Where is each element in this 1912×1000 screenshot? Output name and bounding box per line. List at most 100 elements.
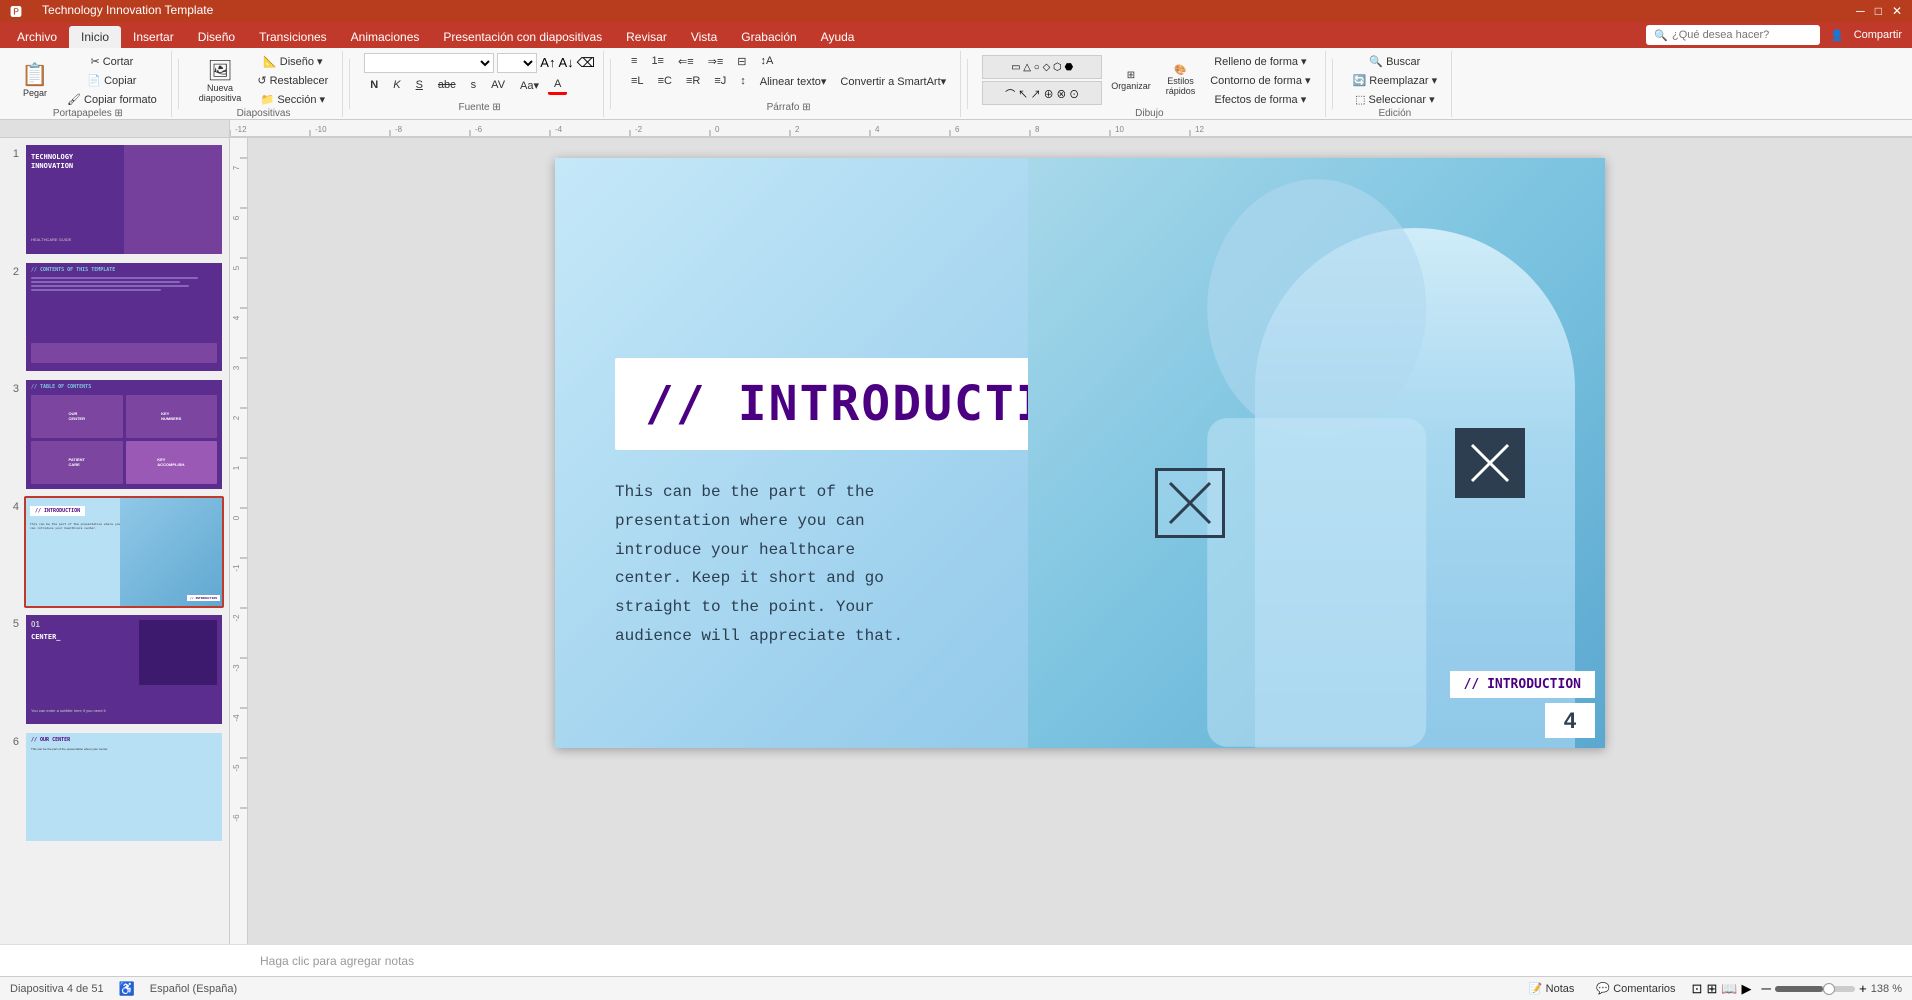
zoom-slider[interactable]	[1775, 986, 1855, 992]
tab-grabacion[interactable]: Grabación	[729, 26, 808, 48]
slide-thumb-2[interactable]: // CONTENTS OF THIS TEMPLATE	[24, 261, 224, 374]
slide-canvas[interactable]: // INTRODUCTION This can be the part of …	[555, 158, 1605, 748]
italic-button[interactable]: K	[387, 77, 406, 93]
tab-transiciones[interactable]: Transiciones	[247, 26, 339, 48]
copy-format-button[interactable]: 🖌 Copiar formato	[61, 91, 163, 108]
underline-button[interactable]: S	[410, 77, 429, 93]
slide-thumb-container-5[interactable]: 5 01 CENTER_ You can enter a subtitle he…	[5, 613, 224, 726]
slide-thumb-container-2[interactable]: 2 // CONTENTS OF THIS TEMPLATE	[5, 261, 224, 374]
organizar-button[interactable]: ⊞ Organizar	[1105, 67, 1157, 94]
copy-button[interactable]: 📄 Copiar	[61, 72, 163, 89]
efectos-forma-button[interactable]: Efectos de forma ▾	[1204, 91, 1316, 108]
slide-thumb-3[interactable]: // TABLE OF CONTENTS OURCENTER KEYNUMBER…	[24, 378, 224, 491]
svg-text:-4: -4	[232, 714, 241, 722]
decrease-indent-button[interactable]: ⇐≡	[672, 53, 700, 70]
clear-format-button[interactable]: ⌫	[577, 55, 595, 71]
zoom-in-button[interactable]: +	[1859, 981, 1867, 996]
tab-animaciones[interactable]: Animaciones	[339, 26, 432, 48]
tab-inicio[interactable]: Inicio	[69, 26, 121, 48]
contorno-forma-button[interactable]: Contorno de forma ▾	[1204, 72, 1316, 89]
intro-body[interactable]: This can be the part of thepresentation …	[615, 478, 995, 651]
align-right-button[interactable]: ≡R	[680, 73, 706, 90]
shapes-panel[interactable]: ▭ △ ○ ◇ ⬡ ⬣	[982, 55, 1102, 79]
smartart-button[interactable]: Convertir a SmartArt▾	[834, 73, 952, 90]
slide-thumb-container-1[interactable]: 1 TECHNOLOGYINNOVATION HEALTHCARE GUIDE	[5, 143, 224, 256]
tab-insertar[interactable]: Insertar	[121, 26, 186, 48]
align-left-button[interactable]: ≡L	[625, 73, 650, 90]
case-button[interactable]: Aa▾	[514, 77, 545, 94]
normal-view-button[interactable]: ⊡	[1692, 981, 1703, 997]
numbering-button[interactable]: 1≡	[645, 53, 670, 70]
spacing-button[interactable]: AV	[485, 77, 511, 93]
tab-vista[interactable]: Vista	[679, 26, 729, 48]
svg-text:3: 3	[232, 365, 241, 370]
align-center-button[interactable]: ≡C	[652, 73, 678, 90]
bold-button[interactable]: N	[364, 77, 384, 93]
bullets-button[interactable]: ≡	[625, 53, 643, 70]
slide-thumb-5[interactable]: 01 CENTER_ You can enter a subtitle here…	[24, 613, 224, 726]
slide-page-number: 4	[1545, 703, 1595, 738]
shadow-button[interactable]: s	[465, 77, 483, 93]
thumb-inner-2: // CONTENTS OF THIS TEMPLATE	[26, 263, 222, 372]
font-increase-button[interactable]: A↑	[540, 55, 555, 70]
slide-thumb-container-4[interactable]: 4 // INTRODUCTION This can be the part o…	[5, 496, 224, 609]
notes-button[interactable]: 📝 Notas	[1523, 980, 1581, 997]
font-selector[interactable]	[364, 53, 494, 73]
font-size-selector[interactable]	[497, 53, 537, 73]
ribbon: Archivo Inicio Insertar Diseño Transicio…	[0, 22, 1912, 120]
share-label[interactable]: Compartir	[1854, 29, 1902, 41]
estilos-rapidos-button[interactable]: 🎨 Estilosrápidos	[1160, 62, 1202, 99]
search-box[interactable]	[1672, 29, 1812, 41]
tab-archivo[interactable]: Archivo	[5, 26, 69, 48]
shapes-panel-2[interactable]: ⌒ ↖ ↗ ⊕ ⊗ ⊙	[982, 81, 1102, 105]
font-color-button[interactable]: A	[548, 76, 567, 95]
paste-button[interactable]: 📋 Pegar	[13, 59, 57, 101]
svg-text:6: 6	[232, 215, 241, 220]
seleccionar-button[interactable]: ⬚ Seleccionar ▾	[1347, 91, 1444, 108]
title-bar-left: 🅿 Technology Innovation Template	[10, 3, 213, 20]
tab-diseno[interactable]: Diseño	[186, 26, 247, 48]
comments-button[interactable]: 💬 Comentarios	[1590, 980, 1681, 997]
window-close[interactable]: ✕	[1892, 4, 1902, 18]
zoom-out-button[interactable]: ─	[1762, 981, 1771, 996]
thumb-inner-3: // TABLE OF CONTENTS OURCENTER KEYNUMBER…	[26, 380, 222, 489]
slide-sorter-button[interactable]: ⊞	[1706, 981, 1717, 997]
slide-thumb-4[interactable]: // INTRODUCTION This can be the part of …	[24, 496, 224, 609]
svg-text:12: 12	[1195, 125, 1204, 134]
columns-button[interactable]: ⊟	[731, 53, 752, 70]
slide-thumb-container-6[interactable]: 6 // OUR CENTER This can be the part of …	[5, 731, 224, 844]
sep1	[178, 59, 179, 109]
slide-thumb-1[interactable]: TECHNOLOGYINNOVATION HEALTHCARE GUIDE	[24, 143, 224, 256]
window-maximize[interactable]: □	[1875, 4, 1882, 18]
new-slide-button[interactable]: 🖼 Nuevadiapositiva	[193, 55, 248, 106]
font-decrease-button[interactable]: A↓	[558, 55, 573, 70]
tab-revisar[interactable]: Revisar	[614, 26, 679, 48]
notes-area[interactable]: Haga clic para agregar notas	[0, 944, 1912, 976]
window-minimize[interactable]: ─	[1856, 4, 1865, 18]
tab-ayuda[interactable]: Ayuda	[809, 26, 867, 48]
text-direction-button[interactable]: ↕A	[754, 53, 779, 70]
svg-text:-5: -5	[232, 764, 241, 772]
line-spacing-button[interactable]: ↕	[734, 73, 752, 90]
layout-button[interactable]: 📐 Diseño ▾	[251, 53, 334, 70]
reading-view-button[interactable]: 📖	[1721, 981, 1737, 997]
t3-title: // TABLE OF CONTENTS	[31, 384, 91, 390]
slide-thumb-6[interactable]: // OUR CENTER This can be the part of th…	[24, 731, 224, 844]
cut-button[interactable]: ✂ Cortar	[61, 53, 163, 70]
buscar-button[interactable]: 🔍 Buscar	[1347, 53, 1444, 70]
section-button[interactable]: 📁 Sección ▾	[251, 91, 334, 108]
strikethrough-button[interactable]: abc	[432, 77, 462, 93]
relleno-forma-button[interactable]: Relleno de forma ▾	[1204, 53, 1316, 70]
tab-presentacion[interactable]: Presentación con diapositivas	[431, 26, 614, 48]
increase-indent-button[interactable]: ⇒≡	[702, 53, 730, 70]
zoom-controls: ─ + 138 %	[1762, 981, 1902, 996]
reemplazar-button[interactable]: 🔄 Reemplazar ▾	[1347, 72, 1444, 89]
group-edicion: 🔍 Buscar 🔄 Reemplazar ▾ ⬚ Seleccionar ▾ …	[1339, 51, 1453, 117]
slide-thumb-container-3[interactable]: 3 // TABLE OF CONTENTS OURCENTER KEYNUMB…	[5, 378, 224, 491]
zoom-slider-thumb[interactable]	[1823, 983, 1835, 995]
align-text-button[interactable]: Alinear texto▾	[754, 73, 833, 90]
canvas-area[interactable]: // INTRODUCTION This can be the part of …	[248, 138, 1912, 944]
justify-button[interactable]: ≡J	[708, 73, 732, 90]
slideshow-button[interactable]: ▶	[1742, 981, 1752, 997]
reset-button[interactable]: ↺ Restablecer	[251, 72, 334, 89]
